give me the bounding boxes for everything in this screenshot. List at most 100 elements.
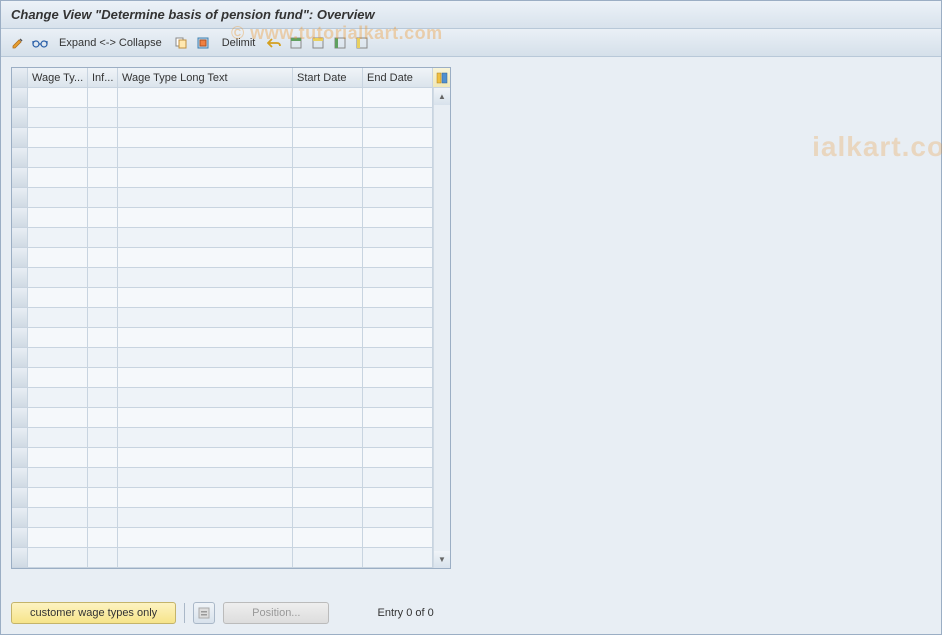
cell-end_date[interactable] [363,248,433,268]
column-header-inf[interactable]: Inf... [88,68,118,88]
row-handle[interactable] [12,248,28,268]
table-settings-icon[interactable] [353,34,371,52]
cell-end_date[interactable] [363,208,433,228]
cell-start_date[interactable] [293,128,363,148]
row-handle[interactable] [12,348,28,368]
cell-inf[interactable] [88,388,118,408]
cell-long_text[interactable] [118,368,293,388]
cell-inf[interactable] [88,88,118,108]
cell-end_date[interactable] [363,368,433,388]
undo-icon[interactable] [265,34,283,52]
cell-inf[interactable] [88,188,118,208]
row-handle[interactable] [12,408,28,428]
cell-long_text[interactable] [118,288,293,308]
cell-long_text[interactable] [118,268,293,288]
cell-long_text[interactable] [118,328,293,348]
cell-wage_type[interactable] [28,128,88,148]
cell-wage_type[interactable] [28,168,88,188]
cell-inf[interactable] [88,548,118,568]
cell-long_text[interactable] [118,168,293,188]
cell-end_date[interactable] [363,308,433,328]
cell-wage_type[interactable] [28,448,88,468]
cell-long_text[interactable] [118,448,293,468]
cell-long_text[interactable] [118,108,293,128]
cell-wage_type[interactable] [28,488,88,508]
cell-wage_type[interactable] [28,408,88,428]
cell-inf[interactable] [88,128,118,148]
cell-inf[interactable] [88,168,118,188]
cell-inf[interactable] [88,428,118,448]
cell-wage_type[interactable] [28,368,88,388]
cell-start_date[interactable] [293,148,363,168]
customer-wage-types-button[interactable]: customer wage types only [11,602,176,624]
deselect-all-icon[interactable] [331,34,349,52]
cell-end_date[interactable] [363,168,433,188]
cell-end_date[interactable] [363,288,433,308]
cell-end_date[interactable] [363,108,433,128]
row-handle[interactable] [12,428,28,448]
cell-inf[interactable] [88,528,118,548]
row-handle[interactable] [12,308,28,328]
scroll-up-button[interactable]: ▲ [433,88,450,105]
cell-start_date[interactable] [293,168,363,188]
cell-inf[interactable] [88,508,118,528]
cell-long_text[interactable] [118,208,293,228]
cell-inf[interactable] [88,328,118,348]
copy-icon[interactable] [172,34,190,52]
cell-end_date[interactable] [363,428,433,448]
cell-end_date[interactable] [363,528,433,548]
row-handle[interactable] [12,148,28,168]
cell-inf[interactable] [88,408,118,428]
column-header-end_date[interactable]: End Date [363,68,433,88]
cell-wage_type[interactable] [28,188,88,208]
delimit-button[interactable]: Delimit [216,37,262,49]
cell-long_text[interactable] [118,548,293,568]
cell-end_date[interactable] [363,408,433,428]
cell-start_date[interactable] [293,208,363,228]
cell-long_text[interactable] [118,508,293,528]
cell-start_date[interactable] [293,468,363,488]
cell-start_date[interactable] [293,448,363,468]
cell-long_text[interactable] [118,388,293,408]
row-handle[interactable] [12,88,28,108]
cell-start_date[interactable] [293,388,363,408]
table-corner[interactable] [12,68,28,88]
cell-long_text[interactable] [118,88,293,108]
column-header-start_date[interactable]: Start Date [293,68,363,88]
cell-start_date[interactable] [293,348,363,368]
cell-long_text[interactable] [118,408,293,428]
cell-start_date[interactable] [293,328,363,348]
row-handle[interactable] [12,468,28,488]
row-handle[interactable] [12,508,28,528]
cell-inf[interactable] [88,368,118,388]
cell-wage_type[interactable] [28,88,88,108]
cell-long_text[interactable] [118,188,293,208]
row-handle[interactable] [12,188,28,208]
cell-wage_type[interactable] [28,528,88,548]
select-all-icon[interactable] [194,34,212,52]
cell-wage_type[interactable] [28,468,88,488]
cell-end_date[interactable] [363,508,433,528]
cell-inf[interactable] [88,468,118,488]
cell-wage_type[interactable] [28,508,88,528]
cell-end_date[interactable] [363,228,433,248]
row-handle[interactable] [12,228,28,248]
expand-collapse-button[interactable]: Expand <-> Collapse [53,37,168,49]
cell-long_text[interactable] [118,528,293,548]
row-handle[interactable] [12,268,28,288]
cell-start_date[interactable] [293,288,363,308]
cell-end_date[interactable] [363,468,433,488]
cell-start_date[interactable] [293,368,363,388]
cell-end_date[interactable] [363,488,433,508]
cell-wage_type[interactable] [28,428,88,448]
cell-long_text[interactable] [118,468,293,488]
cell-end_date[interactable] [363,388,433,408]
row-handle[interactable] [12,128,28,148]
row-handle[interactable] [12,548,28,568]
cell-long_text[interactable] [118,308,293,328]
cell-wage_type[interactable] [28,348,88,368]
cell-wage_type[interactable] [28,328,88,348]
cell-start_date[interactable] [293,248,363,268]
row-handle[interactable] [12,208,28,228]
cell-long_text[interactable] [118,248,293,268]
